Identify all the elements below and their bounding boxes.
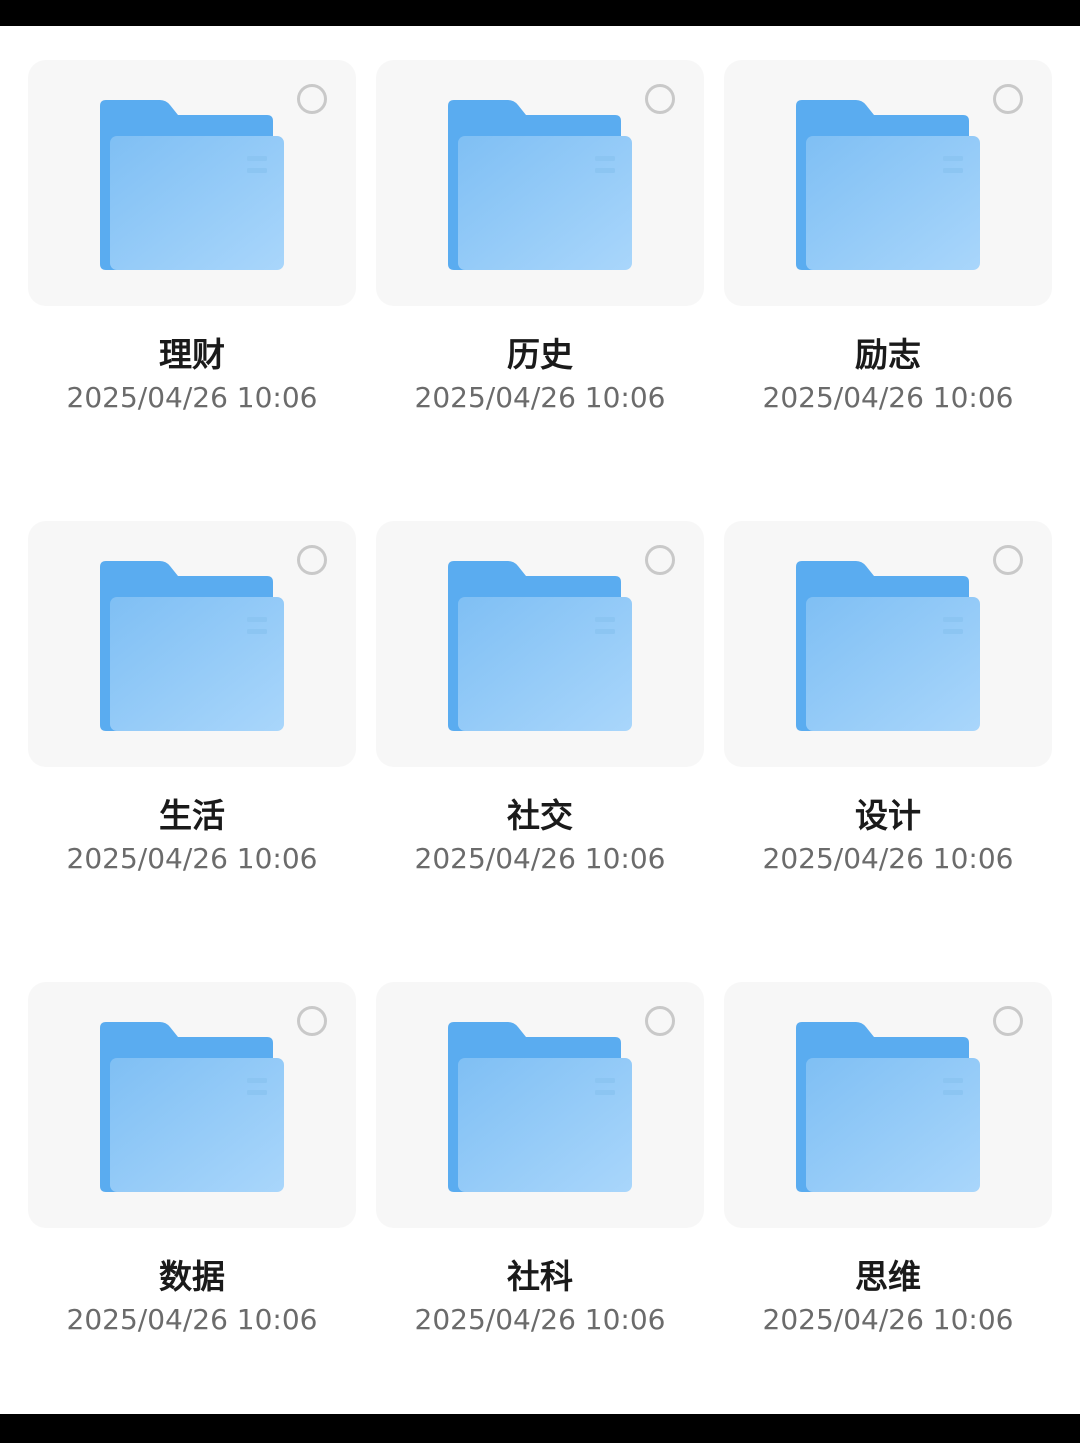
select-checkbox[interactable] — [993, 1006, 1023, 1036]
folder-date: 2025/04/26 10:06 — [762, 842, 1014, 875]
select-checkbox[interactable] — [993, 545, 1023, 575]
folder-date: 2025/04/26 10:06 — [414, 381, 666, 414]
folder-item[interactable]: 理财 2025/04/26 10:06 — [28, 60, 356, 521]
bottom-bar — [0, 1414, 1080, 1441]
select-checkbox[interactable] — [645, 84, 675, 114]
folder-icon — [448, 561, 632, 731]
select-checkbox[interactable] — [645, 1006, 675, 1036]
folder-icon — [100, 100, 284, 270]
folder-name: 设计 — [855, 796, 921, 835]
folder-icon — [796, 1022, 980, 1192]
folder-date: 2025/04/26 10:06 — [66, 842, 318, 875]
folder-date: 2025/04/26 10:06 — [66, 381, 318, 414]
folder-grid: 理财 2025/04/26 10:06 历史 2025/04/26 10:06 … — [28, 60, 1054, 1443]
folder-thumbnail[interactable] — [376, 60, 704, 306]
folder-thumbnail[interactable] — [28, 982, 356, 1228]
folder-date: 2025/04/26 10:06 — [414, 1303, 666, 1336]
select-checkbox[interactable] — [297, 545, 327, 575]
folder-name: 历史 — [507, 335, 573, 374]
folder-date: 2025/04/26 10:06 — [66, 1303, 318, 1336]
folder-thumbnail[interactable] — [724, 982, 1052, 1228]
folder-date: 2025/04/26 10:06 — [762, 1303, 1014, 1336]
folder-icon — [796, 561, 980, 731]
folder-thumbnail[interactable] — [28, 60, 356, 306]
folder-item[interactable]: 数据 2025/04/26 10:06 — [28, 982, 356, 1443]
folder-item[interactable]: 思维 2025/04/26 10:06 — [724, 982, 1052, 1443]
file-browser-screen: 理财 2025/04/26 10:06 历史 2025/04/26 10:06 … — [0, 26, 1080, 1414]
folder-thumbnail[interactable] — [724, 521, 1052, 767]
folder-item[interactable]: 社交 2025/04/26 10:06 — [376, 521, 704, 982]
folder-name: 励志 — [855, 335, 921, 374]
folder-icon — [448, 100, 632, 270]
folder-item[interactable]: 生活 2025/04/26 10:06 — [28, 521, 356, 982]
select-checkbox[interactable] — [297, 1006, 327, 1036]
select-checkbox[interactable] — [993, 84, 1023, 114]
folder-name: 思维 — [855, 1257, 921, 1296]
folder-item[interactable]: 励志 2025/04/26 10:06 — [724, 60, 1052, 521]
folder-thumbnail[interactable] — [724, 60, 1052, 306]
folder-date: 2025/04/26 10:06 — [762, 381, 1014, 414]
folder-item[interactable]: 社科 2025/04/26 10:06 — [376, 982, 704, 1443]
folder-name: 生活 — [159, 796, 225, 835]
folder-date: 2025/04/26 10:06 — [414, 842, 666, 875]
folder-icon — [100, 1022, 284, 1192]
folder-icon — [448, 1022, 632, 1192]
folder-item[interactable]: 设计 2025/04/26 10:06 — [724, 521, 1052, 982]
folder-thumbnail[interactable] — [28, 521, 356, 767]
folder-icon — [796, 100, 980, 270]
top-status-bar — [0, 0, 1080, 26]
folder-name: 社交 — [507, 796, 573, 835]
folder-name: 社科 — [507, 1257, 573, 1296]
folder-icon — [100, 561, 284, 731]
folder-thumbnail[interactable] — [376, 982, 704, 1228]
select-checkbox[interactable] — [645, 545, 675, 575]
select-checkbox[interactable] — [297, 84, 327, 114]
folder-name: 理财 — [159, 335, 225, 374]
folder-item[interactable]: 历史 2025/04/26 10:06 — [376, 60, 704, 521]
folder-name: 数据 — [159, 1257, 225, 1296]
folder-thumbnail[interactable] — [376, 521, 704, 767]
